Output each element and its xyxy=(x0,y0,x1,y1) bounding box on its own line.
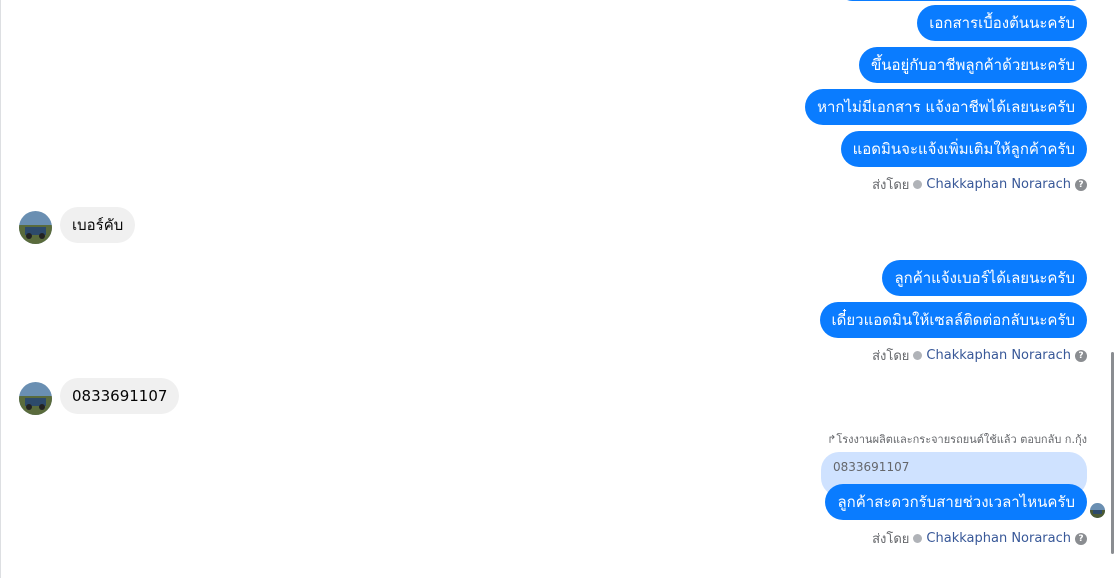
sent-by-row: ส่งโดย Chakkaphan Norarach ? xyxy=(872,528,1087,549)
help-icon[interactable]: ? xyxy=(1075,532,1087,545)
incoming-message[interactable]: เบอร์คับ xyxy=(60,207,136,243)
sent-by-row: ส่งโดย Chakkaphan Norarach ? xyxy=(872,345,1087,366)
outgoing-message[interactable]: ลูกค้าสะดวกรับสายช่วงเวลาไหนครับ xyxy=(825,484,1087,520)
reply-icon: ↱ xyxy=(827,433,837,446)
outgoing-message[interactable]: เดี๋ยวแอดมินให้เซลล์ติดต่อกลับนะครับ xyxy=(819,302,1087,338)
outgoing-message[interactable]: หากไม่มีเอกสาร แจ้งอาชีพได้เลยนะครับ xyxy=(805,89,1087,125)
reply-caption-text: โรงงานผลิตและกระจายรถยนต์ใช้แล้ว ตอบกลับ… xyxy=(836,433,1087,446)
outgoing-message[interactable]: เอกสารเบื้องต้นนะครับ xyxy=(917,5,1087,41)
sender-name-link[interactable]: Chakkaphan Norarach xyxy=(926,531,1071,546)
chat-thread: เอกสารเบื้องต้นนะครับ ขึ้นอยู่กับอาชีพลู… xyxy=(0,0,1115,578)
sender-name-link[interactable]: Chakkaphan Norarach xyxy=(926,177,1071,192)
help-icon[interactable]: ? xyxy=(1075,178,1087,191)
check-icon xyxy=(913,534,923,543)
clipped-message-edge xyxy=(837,0,1087,1)
sent-by-row: ส่งโดย Chakkaphan Norarach ? xyxy=(872,174,1087,195)
sent-by-label: ส่งโดย xyxy=(872,178,910,193)
reply-caption: ↱โรงงานผลิตและกระจายรถยนต์ใช้แล้ว ตอบกลั… xyxy=(827,430,1087,448)
scrollbar[interactable] xyxy=(1111,352,1114,554)
outgoing-message[interactable]: ขึ้นอยู่กับอาชีพลูกค้าด้วยนะครับ xyxy=(858,47,1087,83)
help-icon[interactable]: ? xyxy=(1075,349,1087,362)
seen-avatar xyxy=(1090,503,1105,518)
outgoing-message[interactable]: ลูกค้าแจ้งเบอร์ได้เลยนะครับ xyxy=(882,260,1087,296)
incoming-message[interactable]: 0833691107 xyxy=(60,378,180,414)
sender-name-link[interactable]: Chakkaphan Norarach xyxy=(926,348,1071,363)
quoted-text: 0833691107 xyxy=(833,460,910,474)
check-icon xyxy=(913,180,923,189)
sent-by-label: ส่งโดย xyxy=(872,532,910,547)
contact-avatar[interactable] xyxy=(19,211,52,244)
outgoing-message[interactable]: แอดมินจะแจ้งเพิ่มเติมให้ลูกค้าครับ xyxy=(840,131,1087,167)
sent-by-label: ส่งโดย xyxy=(872,349,910,364)
contact-avatar[interactable] xyxy=(19,382,52,415)
check-icon xyxy=(913,351,923,360)
